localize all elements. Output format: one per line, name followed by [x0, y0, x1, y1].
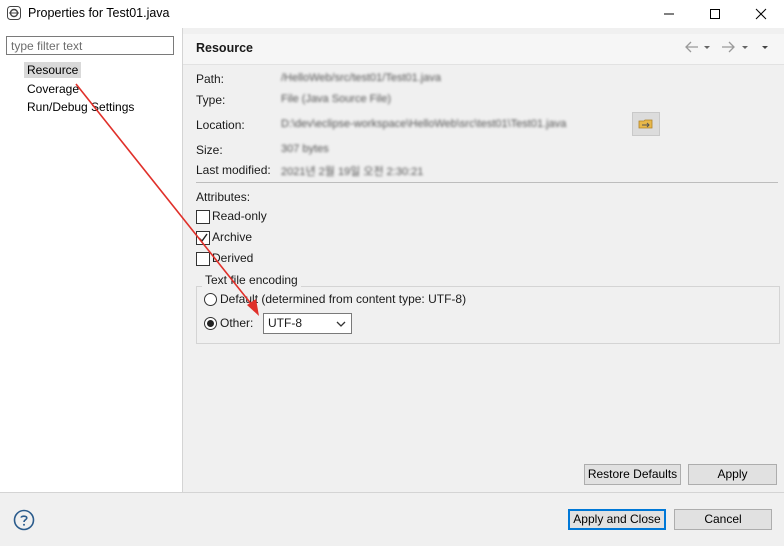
radio-selected-dot: [207, 320, 214, 327]
apply-button[interactable]: Apply: [688, 464, 777, 485]
maximize-button[interactable]: [692, 0, 738, 28]
path-value: /HelloWeb/src/test01/Test01.java: [281, 72, 441, 84]
read-only-checkbox[interactable]: [196, 210, 210, 224]
restore-defaults-button[interactable]: Restore Defaults: [584, 464, 681, 485]
chevron-down-icon: [336, 321, 346, 327]
filter-input[interactable]: [6, 36, 174, 55]
forward-arrow-icon[interactable]: [720, 40, 736, 54]
encoding-select[interactable]: UTF-8: [263, 313, 352, 334]
default-encoding-label: Default (determined from content type: U…: [220, 292, 467, 306]
minimize-button[interactable]: [646, 0, 692, 28]
help-icon[interactable]: [13, 509, 35, 531]
encoding-select-value: UTF-8: [268, 316, 302, 330]
attributes-title: Attributes:: [196, 190, 251, 204]
size-label: Size:: [196, 143, 223, 157]
show-in-explorer-button[interactable]: [632, 112, 660, 136]
left-panel: [0, 28, 183, 492]
other-encoding-label: Other:: [220, 316, 254, 330]
folder-icon: [638, 119, 653, 129]
maximize-icon: [710, 9, 720, 19]
close-button[interactable]: [738, 0, 784, 28]
location-value: D:\dev\eclipse-workspace\HelloWeb\src\te…: [281, 118, 567, 130]
last-modified-value: 2021년 2월 19일 오전 2:30:21: [281, 166, 424, 178]
cancel-button[interactable]: Cancel: [674, 509, 772, 530]
archive-label: Archive: [212, 230, 253, 244]
page-title: Resource: [196, 41, 253, 55]
forward-dropdown-icon[interactable]: [740, 40, 750, 54]
derived-label: Derived: [212, 251, 254, 265]
type-value: File (Java Source File): [281, 93, 392, 105]
close-icon: [755, 8, 767, 20]
location-label: Location:: [196, 118, 245, 132]
last-modified-label: Last modified:: [196, 163, 271, 177]
encoding-group-title: Text file encoding: [202, 273, 301, 287]
dialog-footer: [0, 492, 784, 546]
tree-item-coverage[interactable]: Coverage: [24, 81, 82, 97]
checkmark-icon: [198, 233, 208, 243]
back-dropdown-icon[interactable]: [702, 40, 712, 54]
tree-item-run-debug-settings[interactable]: Run/Debug Settings: [24, 99, 137, 115]
back-arrow-icon[interactable]: [684, 40, 700, 54]
archive-checkbox[interactable]: [196, 231, 210, 245]
view-menu-icon[interactable]: [760, 40, 770, 54]
minimize-icon: [664, 13, 674, 15]
apply-and-close-button[interactable]: Apply and Close: [568, 509, 666, 530]
type-label: Type:: [196, 93, 226, 107]
eclipse-app-icon: [7, 6, 21, 20]
window-title: Properties for Test01.java: [28, 6, 170, 20]
other-encoding-radio[interactable]: [204, 317, 217, 330]
read-only-label: Read-only: [212, 209, 267, 223]
size-value: 307 bytes: [281, 143, 329, 155]
derived-checkbox[interactable]: [196, 252, 210, 266]
path-label: Path:: [196, 72, 225, 86]
tree-item-resource[interactable]: Resource: [24, 62, 82, 78]
default-encoding-radio[interactable]: [204, 293, 217, 306]
right-panel: [183, 28, 784, 492]
separator: [196, 182, 778, 183]
